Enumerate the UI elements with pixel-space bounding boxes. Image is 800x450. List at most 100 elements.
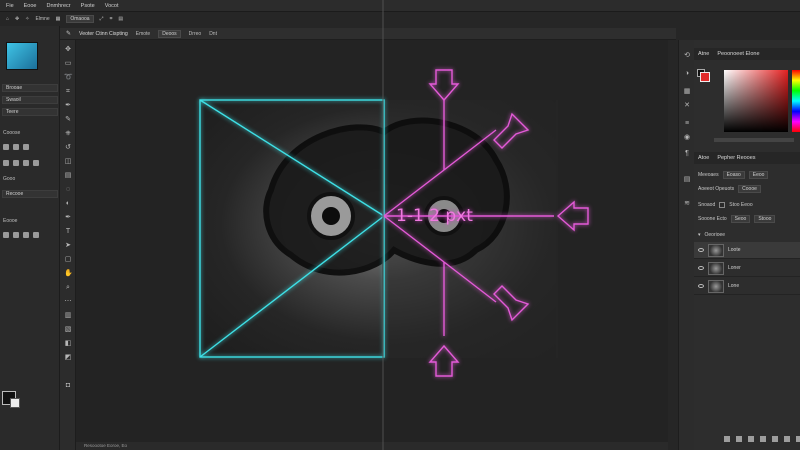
layer-row[interactable]: Loote bbox=[694, 242, 800, 259]
tool-icon[interactable] bbox=[33, 232, 39, 238]
tab-properties[interactable]: Pepher Reooes bbox=[717, 155, 755, 161]
hue-slider[interactable] bbox=[792, 70, 800, 132]
color-slider-track[interactable] bbox=[714, 138, 794, 142]
crop-tool-icon[interactable]: ⌗ bbox=[64, 88, 72, 96]
trash-icon[interactable] bbox=[796, 436, 800, 442]
path-select-tool-icon[interactable]: ➤ bbox=[64, 242, 72, 250]
foreground-color-chip[interactable] bbox=[700, 72, 710, 82]
eye-icon[interactable] bbox=[698, 284, 704, 288]
history-brush-tool-icon[interactable]: ↺ bbox=[64, 144, 72, 152]
pen-icon[interactable]: ✎ bbox=[66, 30, 71, 37]
layer-row[interactable]: Loner bbox=[694, 260, 800, 277]
tool-icon[interactable] bbox=[23, 144, 29, 150]
property-value[interactable]: Stooo bbox=[754, 215, 776, 223]
menu-item-file[interactable]: Fie bbox=[6, 3, 14, 9]
history-panel-icon[interactable]: ⟲ bbox=[683, 52, 691, 60]
tools-panel-icon[interactable]: ✕ bbox=[683, 102, 691, 110]
dodge-tool-icon[interactable]: ◐ bbox=[64, 200, 72, 208]
tool-icon[interactable] bbox=[3, 160, 9, 166]
quick-mask-icon[interactable]: ◘ bbox=[64, 382, 72, 390]
brush-tool-icon[interactable]: ✎ bbox=[64, 116, 72, 124]
blur-tool-icon[interactable]: ◌ bbox=[64, 186, 72, 194]
grid-icon[interactable]: ▦ bbox=[56, 16, 61, 22]
adjustment-icon[interactable] bbox=[760, 436, 766, 442]
menu-item-view[interactable]: Vocot bbox=[105, 3, 119, 9]
hand-tool-icon[interactable]: ✋ bbox=[64, 270, 73, 278]
magic-icon[interactable]: ✧ bbox=[25, 16, 29, 22]
mask-icon[interactable] bbox=[748, 436, 754, 442]
type-tool-icon[interactable]: T bbox=[64, 228, 72, 236]
color-preview-swatch[interactable] bbox=[6, 42, 38, 70]
texture-select[interactable]: Teere bbox=[2, 108, 58, 116]
property-checkbox[interactable] bbox=[719, 202, 726, 208]
option-field-4[interactable]: Dnt bbox=[209, 31, 217, 37]
color-panel-icon[interactable]: ◑ bbox=[683, 70, 691, 78]
crop-icon[interactable]: ⌗ bbox=[110, 16, 113, 22]
move-icon[interactable]: ✥ bbox=[15, 16, 19, 22]
eye-icon[interactable] bbox=[698, 266, 704, 270]
marquee-tool-icon[interactable]: ▭ bbox=[64, 60, 72, 68]
folder-icon[interactable] bbox=[772, 436, 778, 442]
move-tool-icon[interactable]: ✥ bbox=[64, 46, 72, 54]
tool-icon[interactable]: ▧ bbox=[64, 326, 72, 334]
eye-icon[interactable] bbox=[698, 248, 704, 252]
mode-select[interactable]: Elmne bbox=[35, 16, 49, 22]
menu-item-layer[interactable]: Psote bbox=[81, 3, 95, 9]
zoom-tool-icon[interactable]: ⌕ bbox=[64, 284, 72, 292]
adjustments-panel-icon[interactable]: ≡ bbox=[683, 120, 691, 128]
tool-icon[interactable] bbox=[13, 232, 19, 238]
home-icon[interactable]: ⌂ bbox=[6, 16, 9, 22]
link-icon[interactable] bbox=[724, 436, 730, 442]
fx-icon[interactable] bbox=[736, 436, 742, 442]
eyedropper-tool-icon[interactable]: ✒ bbox=[64, 102, 72, 110]
tool-icon[interactable] bbox=[3, 144, 9, 150]
brush-preset-select[interactable]: Brooae bbox=[2, 84, 58, 92]
lasso-tool-icon[interactable]: ➰ bbox=[64, 74, 73, 82]
layers-panel-icon[interactable]: ▤ bbox=[683, 176, 691, 184]
option-field-3[interactable]: Drreo bbox=[189, 31, 202, 37]
gradient-tool-icon[interactable]: ▤ bbox=[64, 172, 72, 180]
channels-panel-icon[interactable]: ≋ bbox=[683, 200, 691, 208]
tool-icon[interactable] bbox=[33, 160, 39, 166]
property-value[interactable]: Eoaso bbox=[722, 171, 745, 179]
tools-bar: ✥ ▭ ➰ ⌗ ✒ ✎ ⎈ ↺ ◫ ▤ ◌ ◐ ✒ T ➤ ▢ ✋ ⌕ ⋯ ▥ … bbox=[60, 40, 76, 450]
paragraph-panel-icon[interactable]: ¶ bbox=[683, 150, 691, 158]
tool-icon[interactable]: ◧ bbox=[64, 340, 72, 348]
tool-icon[interactable] bbox=[3, 232, 9, 238]
property-value[interactable]: Coooe bbox=[738, 185, 761, 193]
tool-icon[interactable] bbox=[13, 144, 19, 150]
document-canvas[interactable]: 1-1 2 pxt bbox=[76, 40, 668, 444]
info-panel-icon[interactable]: ◉ bbox=[683, 134, 691, 142]
foreground-color-swatch[interactable] bbox=[10, 398, 20, 408]
tab-color[interactable]: Atne bbox=[698, 51, 709, 57]
tool-icon[interactable] bbox=[13, 160, 19, 166]
tool-icon[interactable] bbox=[23, 232, 29, 238]
swatches-panel-icon[interactable]: ▦ bbox=[683, 88, 691, 96]
layout-icon[interactable]: ▤ bbox=[118, 16, 123, 22]
color-picker-field[interactable] bbox=[724, 70, 788, 132]
tab-adjustments[interactable]: Atoe bbox=[698, 155, 709, 161]
swatch-select[interactable]: Swaoil bbox=[2, 96, 58, 104]
tool-icon[interactable]: ◩ bbox=[64, 354, 72, 362]
layer-group-header[interactable]: ▾ Oeorioee bbox=[698, 230, 798, 240]
layer-row[interactable]: Lone bbox=[694, 278, 800, 295]
recent-select[interactable]: Recooe bbox=[2, 190, 58, 198]
option-field-1[interactable]: Emote bbox=[136, 31, 150, 37]
tool-icon[interactable] bbox=[23, 160, 29, 166]
tool-icon[interactable]: ▥ bbox=[64, 312, 72, 320]
menu-item-edit[interactable]: Eooe bbox=[24, 3, 37, 9]
transform-icon[interactable]: ⤢ bbox=[100, 16, 104, 22]
eraser-tool-icon[interactable]: ◫ bbox=[64, 158, 72, 166]
option-field-2[interactable]: Deoos bbox=[158, 29, 181, 38]
stamp-tool-icon[interactable]: ⎈ bbox=[64, 130, 72, 138]
mode-box[interactable]: Omaooa bbox=[66, 15, 94, 23]
pen-tool-icon[interactable]: ✒ bbox=[64, 214, 72, 222]
property-value[interactable]: Seoo bbox=[730, 215, 751, 223]
option-field-3-label: Drreo bbox=[188, 30, 202, 37]
edit-toolbar-icon[interactable]: ⋯ bbox=[64, 298, 72, 306]
shape-tool-icon[interactable]: ▢ bbox=[64, 256, 72, 264]
tab-swatches[interactable]: Peoonoeet Elone bbox=[717, 51, 759, 57]
property-value[interactable]: Eeoo bbox=[748, 171, 769, 179]
new-layer-icon[interactable] bbox=[784, 436, 790, 442]
menu-item-image[interactable]: Dnmhrecr bbox=[47, 3, 71, 9]
